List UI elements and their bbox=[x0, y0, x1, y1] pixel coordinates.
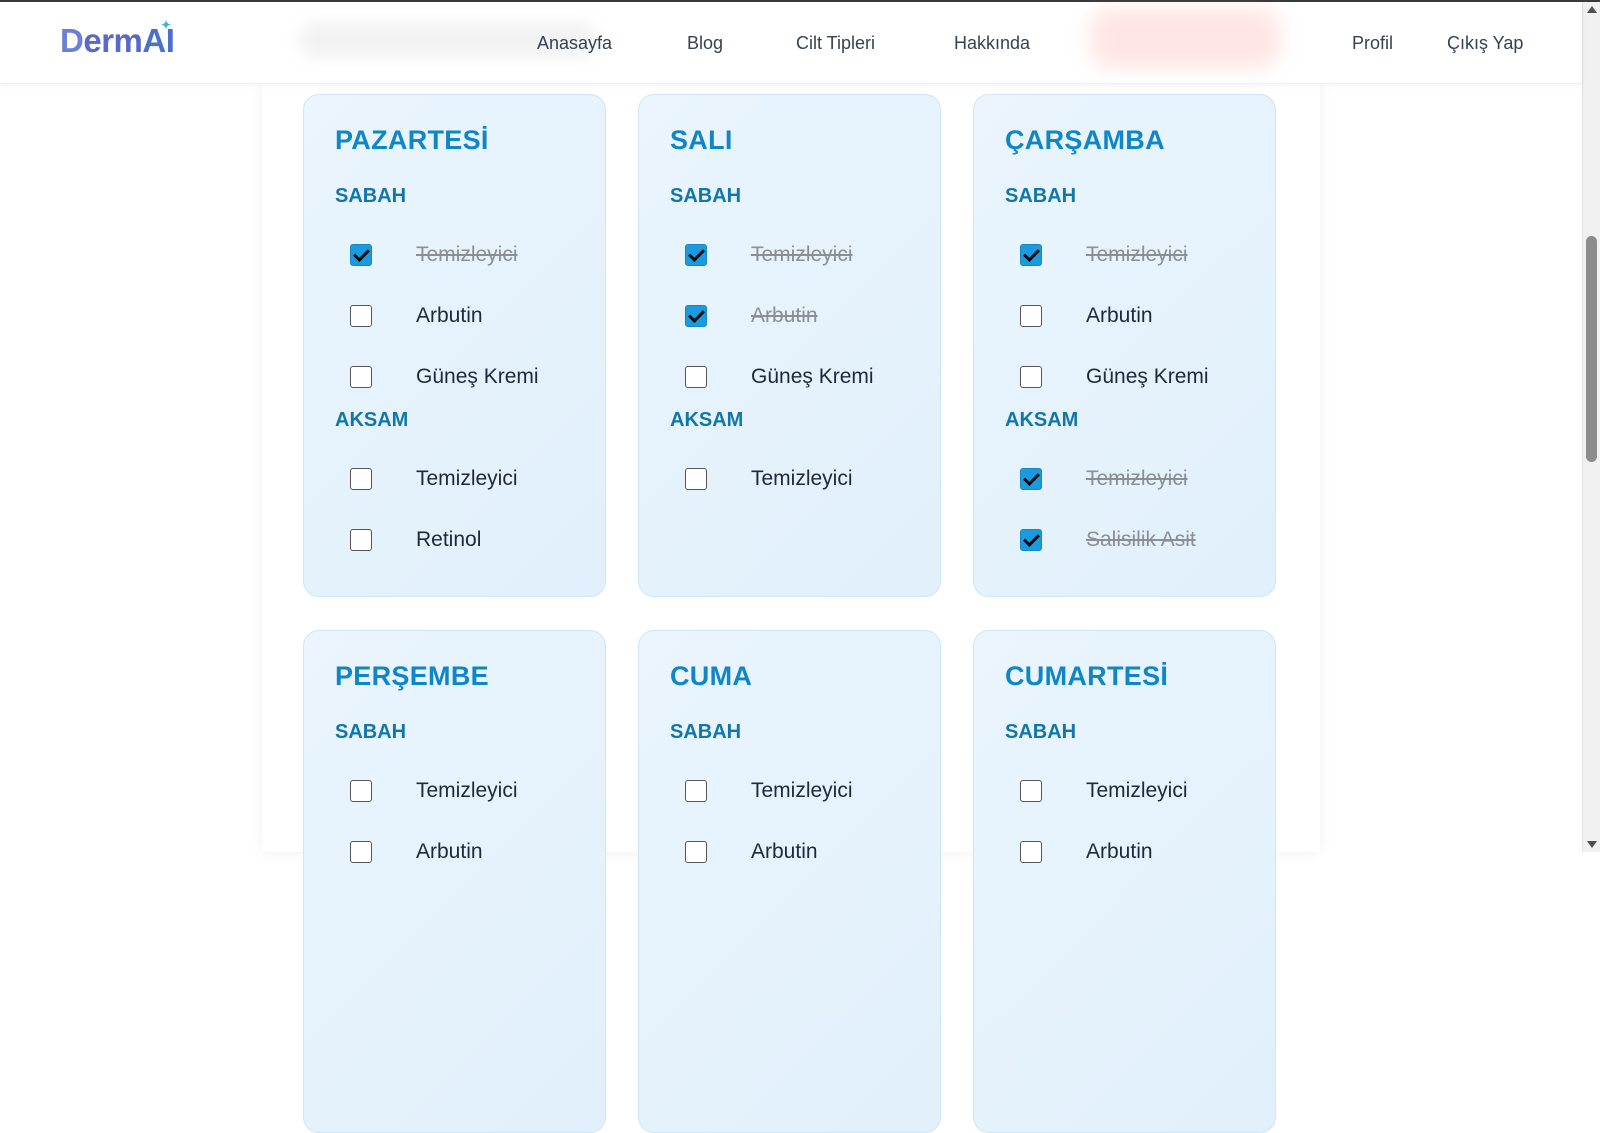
task-label: Arbutin bbox=[1086, 840, 1153, 863]
day-title: CUMARTESİ bbox=[1005, 661, 1169, 691]
task-checkbox[interactable] bbox=[1020, 780, 1042, 802]
task-item[interactable]: Temizleyici bbox=[350, 464, 518, 494]
blurred-button bbox=[1090, 8, 1280, 68]
task-label: Güneş Kremi bbox=[751, 365, 874, 388]
nav-link-profil[interactable]: Profil bbox=[1352, 33, 1393, 54]
nav-link-cilt-tipleri[interactable]: Cilt Tipleri bbox=[796, 33, 875, 54]
task-checkbox[interactable] bbox=[685, 366, 707, 388]
task-checkbox[interactable] bbox=[350, 529, 372, 551]
task-label: Arbutin bbox=[416, 304, 483, 327]
task-item[interactable]: Arbutin bbox=[350, 837, 483, 867]
nav-link-anasayfa[interactable]: Anasayfa bbox=[537, 33, 612, 54]
task-checkbox[interactable] bbox=[350, 366, 372, 388]
section-label-aksam: AKSAM bbox=[670, 409, 744, 431]
task-label: Temizleyici bbox=[751, 243, 853, 266]
nav-link-cikis-yap[interactable]: Çıkış Yap bbox=[1447, 33, 1523, 54]
task-item[interactable]: Temizleyici bbox=[350, 240, 518, 270]
task-checkbox[interactable] bbox=[1020, 244, 1042, 266]
section-label-sabah: SABAH bbox=[335, 185, 407, 207]
task-label: Temizleyici bbox=[1086, 467, 1188, 490]
task-checkbox[interactable] bbox=[685, 780, 707, 802]
day-title: SALI bbox=[670, 125, 733, 155]
day-card-persembe: PERŞEMBE SABAH Temizleyici Arbutin bbox=[303, 630, 606, 1133]
task-item[interactable]: Temizleyici bbox=[1020, 240, 1188, 270]
section-label-sabah: SABAH bbox=[670, 185, 742, 207]
task-label: Güneş Kremi bbox=[1086, 365, 1209, 388]
task-item[interactable]: Retinol bbox=[350, 525, 481, 555]
task-item[interactable]: Salisilik Asit bbox=[1020, 525, 1196, 555]
task-item[interactable]: Temizleyici bbox=[685, 464, 853, 494]
section-label-sabah: SABAH bbox=[1005, 721, 1077, 743]
page-scrollbar[interactable] bbox=[1582, 2, 1600, 852]
task-label: Temizleyici bbox=[416, 779, 518, 802]
task-checkbox[interactable] bbox=[350, 780, 372, 802]
task-checkbox[interactable] bbox=[1020, 305, 1042, 327]
task-label: Temizleyici bbox=[1086, 779, 1188, 802]
task-label: Temizleyici bbox=[751, 779, 853, 802]
task-item[interactable]: Temizleyici bbox=[685, 240, 853, 270]
task-item[interactable]: Arbutin bbox=[1020, 837, 1153, 867]
logo-letters-erm: erm bbox=[83, 22, 143, 59]
task-item[interactable]: Temizleyici bbox=[1020, 464, 1188, 494]
logo-letter-d: D bbox=[60, 22, 84, 59]
task-label: Temizleyici bbox=[416, 243, 518, 266]
task-label: Arbutin bbox=[1086, 304, 1153, 327]
task-label: Retinol bbox=[416, 528, 482, 551]
day-title: ÇARŞAMBA bbox=[1005, 125, 1165, 155]
task-label: Arbutin bbox=[416, 840, 483, 863]
task-checkbox[interactable] bbox=[685, 841, 707, 863]
task-item[interactable]: Arbutin bbox=[685, 837, 818, 867]
day-card-cuma: CUMA SABAH Temizleyici Arbutin bbox=[638, 630, 941, 1133]
task-label: Arbutin bbox=[751, 840, 818, 863]
top-navbar: DermAI ✦ Anasayfa Blog Cilt Tipleri Hakk… bbox=[0, 2, 1582, 84]
task-checkbox[interactable] bbox=[1020, 468, 1042, 490]
task-item[interactable]: Temizleyici bbox=[685, 776, 853, 806]
day-card-cumartesi: CUMARTESİ SABAH Temizleyici Arbutin bbox=[973, 630, 1276, 1133]
day-title: PERŞEMBE bbox=[335, 661, 489, 691]
task-item[interactable]: Temizleyici bbox=[350, 776, 518, 806]
section-label-sabah: SABAH bbox=[335, 721, 407, 743]
day-card-carsamba: ÇARŞAMBA SABAH Temizleyici Arbutin Güneş… bbox=[973, 94, 1276, 597]
section-label-sabah: SABAH bbox=[670, 721, 742, 743]
task-label: Salisilik Asit bbox=[1086, 528, 1196, 551]
task-item[interactable]: Güneş Kremi bbox=[685, 362, 874, 392]
task-checkbox[interactable] bbox=[1020, 841, 1042, 863]
task-item[interactable]: Güneş Kremi bbox=[1020, 362, 1209, 392]
task-label: Güneş Kremi bbox=[416, 365, 539, 388]
task-item[interactable]: Güneş Kremi bbox=[350, 362, 539, 392]
task-checkbox[interactable] bbox=[1020, 529, 1042, 551]
task-label: Temizleyici bbox=[751, 467, 853, 490]
section-label-aksam: AKSAM bbox=[1005, 409, 1079, 431]
task-checkbox[interactable] bbox=[685, 305, 707, 327]
weekly-routine-panel: PAZARTESİ SABAH Temizleyici Arbutin Güne… bbox=[262, 83, 1320, 1133]
sparkle-icon: ✦ bbox=[161, 18, 171, 32]
task-label: Temizleyici bbox=[416, 467, 518, 490]
task-checkbox[interactable] bbox=[350, 305, 372, 327]
scroll-up-arrow-icon[interactable] bbox=[1587, 6, 1597, 13]
nav-link-blog[interactable]: Blog bbox=[687, 33, 723, 54]
task-checkbox[interactable] bbox=[350, 468, 372, 490]
day-card-sali: SALI SABAH Temizleyici Arbutin Güneş Kre… bbox=[638, 94, 941, 597]
task-checkbox[interactable] bbox=[350, 841, 372, 863]
section-label-aksam: AKSAM bbox=[335, 409, 409, 431]
task-checkbox[interactable] bbox=[685, 244, 707, 266]
task-checkbox[interactable] bbox=[1020, 366, 1042, 388]
task-label: Temizleyici bbox=[1086, 243, 1188, 266]
scroll-down-arrow-icon[interactable] bbox=[1587, 841, 1597, 848]
task-checkbox[interactable] bbox=[685, 468, 707, 490]
task-item[interactable]: Arbutin bbox=[1020, 301, 1153, 331]
task-item[interactable]: Temizleyici bbox=[1020, 776, 1188, 806]
scrollbar-thumb[interactable] bbox=[1586, 236, 1597, 462]
task-label: Arbutin bbox=[751, 304, 818, 327]
day-title: PAZARTESİ bbox=[335, 125, 489, 155]
day-title: CUMA bbox=[670, 661, 753, 691]
nav-link-hakkinda[interactable]: Hakkında bbox=[954, 33, 1030, 54]
task-item[interactable]: Arbutin bbox=[685, 301, 818, 331]
task-item[interactable]: Arbutin bbox=[350, 301, 483, 331]
dermai-logo[interactable]: DermAI ✦ bbox=[60, 18, 175, 60]
section-label-sabah: SABAH bbox=[1005, 185, 1077, 207]
day-card-pazartesi: PAZARTESİ SABAH Temizleyici Arbutin Güne… bbox=[303, 94, 606, 597]
task-checkbox[interactable] bbox=[350, 244, 372, 266]
